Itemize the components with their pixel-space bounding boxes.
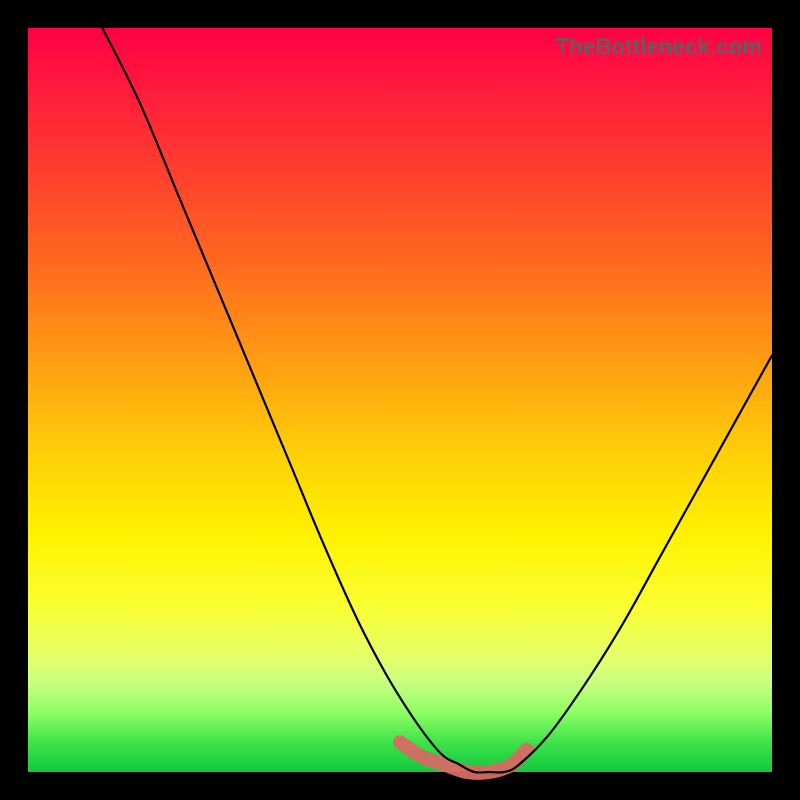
bottleneck-curve bbox=[102, 28, 772, 773]
curve-layer bbox=[28, 28, 772, 772]
optimal-highlight bbox=[400, 742, 527, 773]
plot-area: TheBottleneck.com bbox=[28, 28, 772, 772]
chart-frame: TheBottleneck.com bbox=[0, 0, 800, 800]
